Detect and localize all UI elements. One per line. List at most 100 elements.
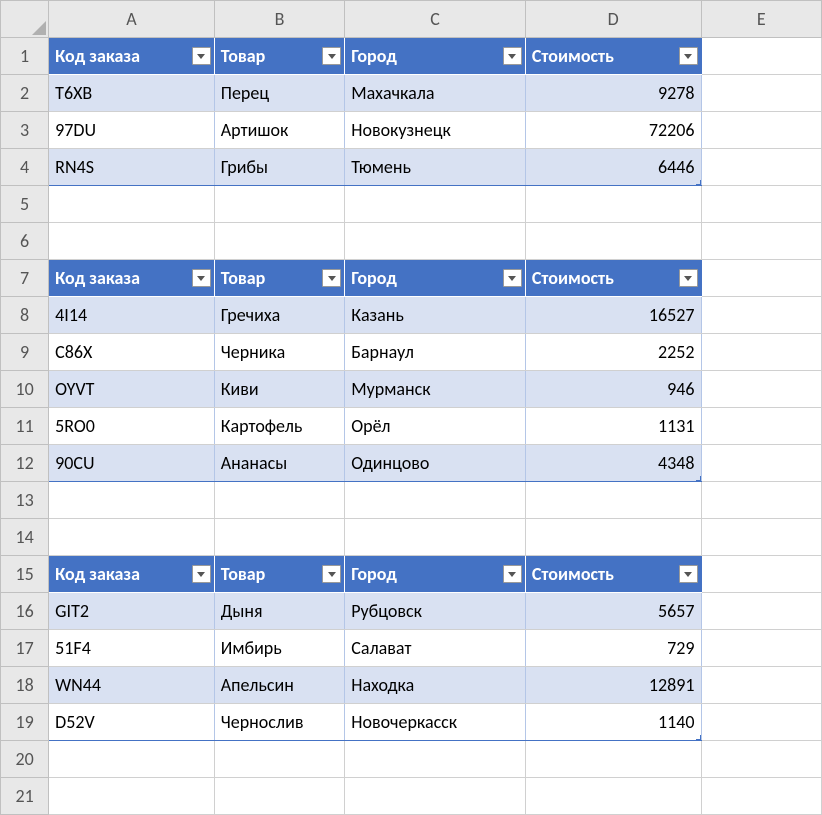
cell-E20[interactable] (701, 741, 821, 778)
cell-E8[interactable] (701, 297, 821, 334)
cell-C2[interactable]: Махачкала (345, 75, 526, 112)
row-header-9[interactable]: 9 (1, 334, 49, 371)
cell-C20[interactable] (345, 741, 526, 778)
cell-A18[interactable]: WN44 (49, 667, 215, 704)
row-header-13[interactable]: 13 (1, 482, 49, 519)
filter-dropdown-icon[interactable] (679, 269, 698, 287)
cell-D16[interactable]: 5657 (525, 593, 701, 630)
table-2-header-city[interactable]: Город (345, 556, 526, 593)
row-header-17[interactable]: 17 (1, 630, 49, 667)
cell-B11[interactable]: Картофель (214, 408, 344, 445)
table-1-header-city[interactable]: Город (345, 260, 526, 297)
cell-D20[interactable] (525, 741, 701, 778)
cell-E6[interactable] (701, 223, 821, 260)
cell-E15[interactable] (701, 556, 821, 593)
filter-dropdown-icon[interactable] (503, 565, 522, 583)
cell-C12[interactable]: Одинцово (345, 445, 526, 482)
table-1-header-code[interactable]: Код заказа (49, 260, 215, 297)
row-header-8[interactable]: 8 (1, 297, 49, 334)
cell-D10[interactable]: 946 (525, 371, 701, 408)
cell-B17[interactable]: Имбирь (214, 630, 344, 667)
cell-D19[interactable]: 1140 (525, 704, 701, 741)
cell-C21[interactable] (345, 778, 526, 815)
cell-E21[interactable] (701, 778, 821, 815)
filter-dropdown-icon[interactable] (322, 269, 341, 287)
filter-dropdown-icon[interactable] (192, 565, 211, 583)
row-header-19[interactable]: 19 (1, 704, 49, 741)
cell-D13[interactable] (525, 482, 701, 519)
filter-dropdown-icon[interactable] (679, 565, 698, 583)
cell-C3[interactable]: Новокузнецк (345, 112, 526, 149)
cell-D21[interactable] (525, 778, 701, 815)
row-header-11[interactable]: 11 (1, 408, 49, 445)
cell-E13[interactable] (701, 482, 821, 519)
cell-E7[interactable] (701, 260, 821, 297)
cell-D4[interactable]: 6446 (525, 149, 701, 186)
table-0-header-code[interactable]: Код заказа (49, 38, 215, 75)
row-header-6[interactable]: 6 (1, 223, 49, 260)
cell-D2[interactable]: 9278 (525, 75, 701, 112)
cell-B13[interactable] (214, 482, 344, 519)
cell-B21[interactable] (214, 778, 344, 815)
cell-B16[interactable]: Дыня (214, 593, 344, 630)
cell-A14[interactable] (49, 519, 215, 556)
cell-A8[interactable]: 4I14 (49, 297, 215, 334)
cell-E10[interactable] (701, 371, 821, 408)
cell-A4[interactable]: RN4S (49, 149, 215, 186)
cell-E1[interactable] (701, 38, 821, 75)
cell-B14[interactable] (214, 519, 344, 556)
cell-A13[interactable] (49, 482, 215, 519)
filter-dropdown-icon[interactable] (322, 47, 341, 65)
column-header-A[interactable]: A (49, 1, 215, 38)
cell-A2[interactable]: T6XB (49, 75, 215, 112)
table-0-header-cost[interactable]: Стоимость (525, 38, 701, 75)
cell-C14[interactable] (345, 519, 526, 556)
column-header-D[interactable]: D (525, 1, 701, 38)
cell-C13[interactable] (345, 482, 526, 519)
cell-C10[interactable]: Мурманск (345, 371, 526, 408)
row-header-3[interactable]: 3 (1, 112, 49, 149)
row-header-1[interactable]: 1 (1, 38, 49, 75)
cell-B4[interactable]: Грибы (214, 149, 344, 186)
table-0-header-product[interactable]: Товар (214, 38, 344, 75)
cell-D5[interactable] (525, 186, 701, 223)
table-2-header-product[interactable]: Товар (214, 556, 344, 593)
column-header-B[interactable]: B (214, 1, 344, 38)
row-header-2[interactable]: 2 (1, 75, 49, 112)
table-0-header-city[interactable]: Город (345, 38, 526, 75)
cell-C8[interactable]: Казань (345, 297, 526, 334)
cell-A5[interactable] (49, 186, 215, 223)
table-1-header-cost[interactable]: Стоимость (525, 260, 701, 297)
row-header-7[interactable]: 7 (1, 260, 49, 297)
row-header-21[interactable]: 21 (1, 778, 49, 815)
cell-E9[interactable] (701, 334, 821, 371)
filter-dropdown-icon[interactable] (503, 47, 522, 65)
cell-A9[interactable]: C86X (49, 334, 215, 371)
row-header-16[interactable]: 16 (1, 593, 49, 630)
cell-A16[interactable]: GIT2 (49, 593, 215, 630)
table-2-header-code[interactable]: Код заказа (49, 556, 215, 593)
row-header-20[interactable]: 20 (1, 741, 49, 778)
cell-C11[interactable]: Орёл (345, 408, 526, 445)
cell-B12[interactable]: Ананасы (214, 445, 344, 482)
row-header-14[interactable]: 14 (1, 519, 49, 556)
filter-dropdown-icon[interactable] (192, 47, 211, 65)
filter-dropdown-icon[interactable] (322, 565, 341, 583)
cell-E18[interactable] (701, 667, 821, 704)
cell-C19[interactable]: Новочеркасск (345, 704, 526, 741)
cell-B19[interactable]: Чернослив (214, 704, 344, 741)
row-header-12[interactable]: 12 (1, 445, 49, 482)
column-header-C[interactable]: C (345, 1, 526, 38)
cell-E12[interactable] (701, 445, 821, 482)
cell-C16[interactable]: Рубцовск (345, 593, 526, 630)
row-header-5[interactable]: 5 (1, 186, 49, 223)
cell-E5[interactable] (701, 186, 821, 223)
cell-C18[interactable]: Находка (345, 667, 526, 704)
cell-B6[interactable] (214, 223, 344, 260)
cell-D11[interactable]: 1131 (525, 408, 701, 445)
row-header-4[interactable]: 4 (1, 149, 49, 186)
cell-D12[interactable]: 4348 (525, 445, 701, 482)
cell-E16[interactable] (701, 593, 821, 630)
cell-D9[interactable]: 2252 (525, 334, 701, 371)
cell-B20[interactable] (214, 741, 344, 778)
